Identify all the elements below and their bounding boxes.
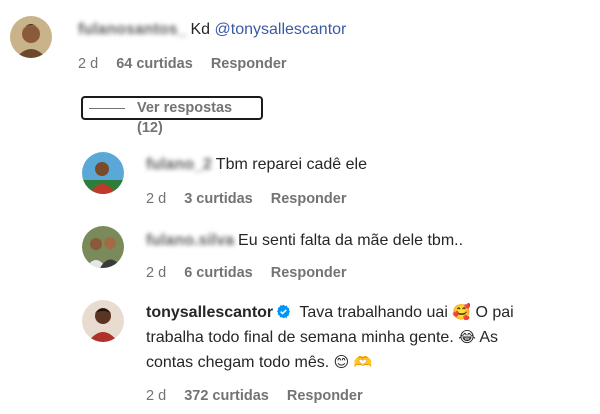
laughing-tears-emoji-icon: 😂: [458, 328, 476, 346]
comment-meta: 2 d 64 curtidas Responder: [78, 55, 301, 73]
likes-count[interactable]: 6 curtidas: [184, 265, 253, 281]
reply-button[interactable]: Responder: [271, 191, 347, 207]
timestamp: 2 d: [78, 56, 99, 72]
comment-line-1: tonysallescantor Tava trabalhando uai 🥰 …: [146, 300, 586, 325]
blurred-username[interactable]: fulanosantos_: [78, 20, 186, 40]
blurred-username[interactable]: fulano.silva: [146, 231, 234, 251]
verified-badge-icon: [277, 304, 291, 319]
heart-hands-emoji-icon: 🫶: [353, 353, 373, 371]
avatar-image: [10, 16, 52, 58]
comment-text: contas chegam todo mês.: [146, 354, 330, 371]
avatar[interactable]: [82, 226, 124, 268]
comment-text: Tbm reparei cadê ele: [215, 156, 367, 173]
avatar-image: [82, 300, 124, 342]
comment-body: tonysallescantor Tava trabalhando uai 🥰 …: [146, 300, 586, 375]
comment-line-2: trabalha todo final de semana minha gent…: [146, 325, 586, 350]
likes-count[interactable]: 64 curtidas: [116, 56, 193, 72]
reply-button[interactable]: Responder: [287, 388, 363, 404]
comment-text-row: fulanosantos_ Kd @tonysallescantor: [78, 20, 346, 40]
comment-line-3: contas chegam todo mês. 😊 🫶: [146, 350, 586, 375]
reply-button[interactable]: Responder: [271, 265, 347, 281]
blurred-username[interactable]: fulano_2: [146, 155, 212, 175]
view-replies-button[interactable]: Ver respostas (12): [81, 96, 263, 136]
comment-text: Eu senti falta da mãe dele tbm..: [238, 232, 464, 249]
comment-text: trabalha todo final de semana minha gent…: [146, 329, 454, 346]
timestamp: 2 d: [146, 388, 167, 404]
smiling-blush-emoji-icon: 😊: [333, 353, 350, 371]
avatar-image: [82, 226, 124, 268]
comment-text-row: fulano.silva Eu senti falta da mãe dele t…: [146, 231, 463, 251]
comment-text: As: [479, 329, 498, 346]
avatar[interactable]: [10, 16, 52, 58]
likes-count[interactable]: 372 curtidas: [184, 388, 269, 404]
comment-meta: 2 d 6 curtidas Responder: [146, 264, 360, 282]
view-replies-label: Ver respostas (12): [137, 100, 233, 136]
likes-count[interactable]: 3 curtidas: [184, 191, 253, 207]
username-link[interactable]: tonysallescantor: [146, 304, 273, 321]
avatar[interactable]: [82, 300, 124, 342]
avatar-image: [82, 152, 124, 194]
timestamp: 2 d: [146, 265, 167, 281]
reply-button[interactable]: Responder: [211, 56, 287, 72]
replies-divider: [89, 108, 125, 109]
comment-text: Kd: [190, 21, 211, 38]
comment-text: Tava trabalhando uai: [299, 304, 448, 321]
comment-meta: 2 d 372 curtidas Responder: [146, 387, 377, 405]
timestamp: 2 d: [146, 191, 167, 207]
smiling-hearts-emoji-icon: 🥰: [452, 303, 472, 321]
comment-meta: 2 d 3 curtidas Responder: [146, 190, 360, 208]
avatar[interactable]: [82, 152, 124, 194]
comment-text-row: fulano_2 Tbm reparei cadê ele: [146, 155, 367, 175]
mention-link[interactable]: @tonysallescantor: [215, 21, 347, 38]
comment-text: O pai: [475, 304, 514, 321]
